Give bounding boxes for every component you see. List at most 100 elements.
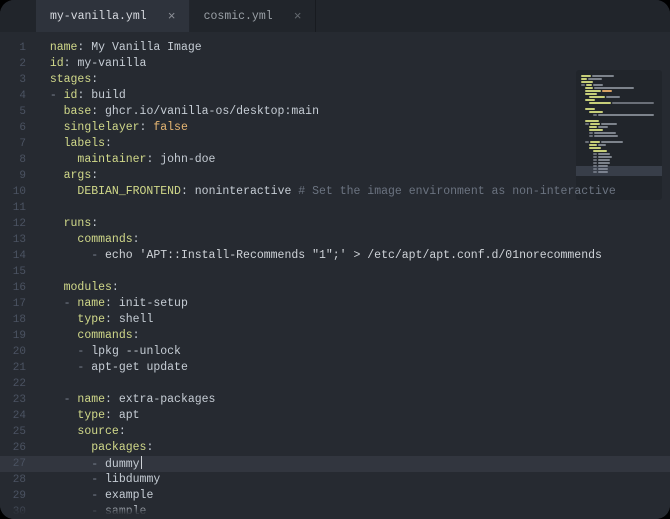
line-number: 12 — [0, 216, 26, 232]
value: lpkg --unlock — [91, 345, 181, 358]
line-number: 4 — [0, 88, 26, 104]
value: : — [105, 137, 112, 150]
value: my-vanilla — [77, 57, 146, 70]
code-line[interactable]: - apt-get update — [36, 360, 670, 376]
value: : — [91, 217, 98, 230]
yaml-key: name — [77, 393, 105, 406]
code-line[interactable]: maintainer: john-doe — [36, 152, 670, 168]
bool-value: false — [153, 121, 188, 134]
code-line[interactable]: - lpkg --unlock — [36, 344, 670, 360]
code-line[interactable]: - example — [36, 488, 670, 504]
value: : — [181, 185, 195, 198]
value: apt — [119, 409, 140, 422]
dash: - — [64, 297, 78, 310]
dash: - — [50, 89, 64, 102]
line-number: 27 — [0, 456, 26, 472]
value: shell — [119, 313, 154, 326]
line-number: 17 — [0, 296, 26, 312]
value: john-doe — [160, 153, 215, 166]
dash: - — [91, 505, 105, 518]
value: : — [105, 313, 119, 326]
line-number: 30 — [0, 504, 26, 519]
code-line[interactable]: runs: — [36, 216, 670, 232]
code-line[interactable]: name: My Vanilla Image — [36, 40, 670, 56]
code-line[interactable]: labels: — [36, 136, 670, 152]
value: : — [146, 441, 153, 454]
code-line[interactable]: commands: — [36, 232, 670, 248]
line-number: 3 — [0, 72, 26, 88]
code-line[interactable]: id: my-vanilla — [36, 56, 670, 72]
line-number: 21 — [0, 360, 26, 376]
yaml-key: type — [77, 409, 105, 422]
code-line[interactable]: - sample — [36, 504, 670, 519]
yaml-key: maintainer — [77, 153, 146, 166]
yaml-key: packages — [91, 441, 146, 454]
code-line[interactable]: type: apt — [36, 408, 670, 424]
code-line[interactable]: - name: init-setup — [36, 296, 670, 312]
value: : — [105, 409, 119, 422]
code-line[interactable]: - echo 'APT::Install-Recommends "1";' > … — [36, 248, 670, 264]
tab-label: my-vanilla.yml — [50, 10, 147, 23]
value: : — [119, 425, 126, 438]
value: dummy — [105, 458, 140, 471]
line-number: 11 — [0, 200, 26, 216]
line-number: 13 — [0, 232, 26, 248]
line-number: 5 — [0, 104, 26, 120]
line-number: 28 — [0, 472, 26, 488]
line-number: 18 — [0, 312, 26, 328]
line-number: 16 — [0, 280, 26, 296]
editor-area[interactable]: 1234567891011121314151617181920212223242… — [0, 32, 670, 519]
close-icon[interactable]: × — [165, 9, 179, 23]
dash: - — [77, 361, 91, 374]
code-line[interactable]: modules: — [36, 280, 670, 296]
line-number: 14 — [0, 248, 26, 264]
code-line[interactable]: DEBIAN_FRONTEND: noninteractive # Set th… — [36, 184, 670, 200]
code-line[interactable] — [36, 200, 670, 216]
line-number: 1 — [0, 40, 26, 56]
value: My Vanilla Image — [91, 41, 201, 54]
value: extra-packages — [119, 393, 216, 406]
code-line[interactable]: base: ghcr.io/vanilla-os/desktop:main — [36, 104, 670, 120]
yaml-key: commands — [77, 329, 132, 342]
tab-cosmic-yml[interactable]: cosmic.yml × — [190, 0, 316, 32]
dash: - — [77, 345, 91, 358]
code-line[interactable]: singlelayer: false — [36, 120, 670, 136]
code-line[interactable] — [36, 264, 670, 280]
close-icon[interactable]: × — [291, 9, 305, 23]
value: : — [105, 393, 119, 406]
line-number: 7 — [0, 136, 26, 152]
dash: - — [91, 249, 105, 262]
code-line[interactable]: type: shell — [36, 312, 670, 328]
code-line[interactable]: - libdummy — [36, 472, 670, 488]
code-line[interactable]: - name: extra-packages — [36, 392, 670, 408]
line-number: 15 — [0, 264, 26, 280]
code-line[interactable]: source: — [36, 424, 670, 440]
code-line[interactable]: args: — [36, 168, 670, 184]
dash: - — [64, 393, 78, 406]
value: : — [77, 89, 91, 102]
yaml-key: source — [77, 425, 118, 438]
yaml-key: id — [64, 89, 78, 102]
tab-my-vanilla-yml[interactable]: my-vanilla.yml × — [36, 0, 190, 32]
yaml-key: base — [64, 105, 92, 118]
yaml-key: labels — [64, 137, 105, 150]
text-cursor — [141, 456, 142, 469]
code-line[interactable]: - id: build — [36, 88, 670, 104]
tab-label: cosmic.yml — [204, 10, 273, 23]
code-line[interactable]: - dummy — [36, 456, 670, 472]
code-line[interactable]: stages: — [36, 72, 670, 88]
value: : — [112, 281, 119, 294]
yaml-key: name — [77, 297, 105, 310]
code-line[interactable]: commands: — [36, 328, 670, 344]
line-number: 22 — [0, 376, 26, 392]
line-number: 6 — [0, 120, 26, 136]
value: : — [105, 297, 119, 310]
code-content[interactable]: name: My Vanilla Image id: my-vanilla st… — [36, 32, 670, 519]
code-line[interactable]: packages: — [36, 440, 670, 456]
value: : — [91, 105, 105, 118]
value: : — [91, 73, 98, 86]
yaml-key: id — [50, 57, 64, 70]
yaml-key: name — [50, 41, 78, 54]
line-number: 19 — [0, 328, 26, 344]
code-line[interactable] — [36, 376, 670, 392]
